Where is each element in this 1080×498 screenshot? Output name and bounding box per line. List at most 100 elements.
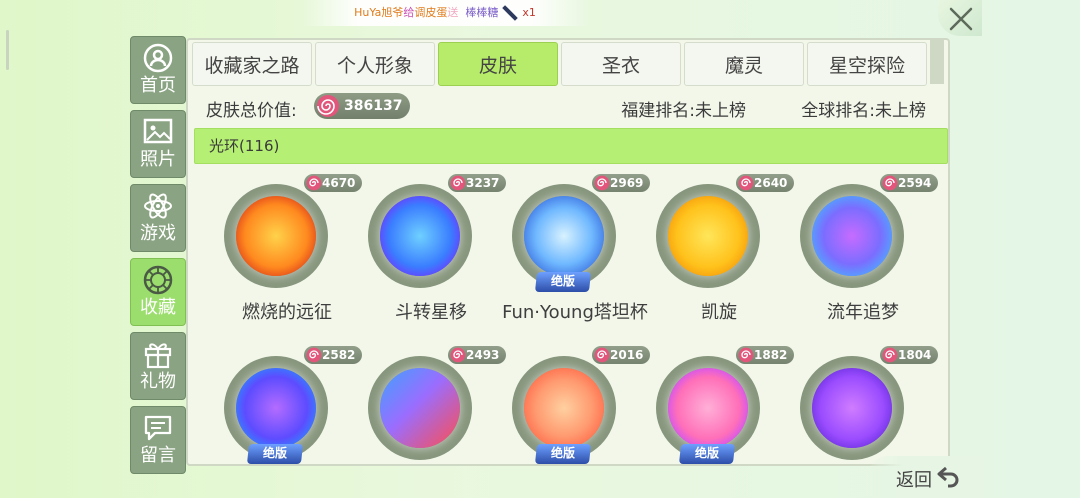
notice-send: 送 [447, 6, 459, 19]
skin-value-pill: 386137 [314, 93, 410, 119]
tab-star-explore[interactable]: 星空探险 [807, 42, 927, 86]
sidebar-item-label: 留言 [140, 445, 176, 466]
sidebar-item-label: 照片 [140, 149, 176, 170]
limited-badge: 绝版 [674, 442, 740, 464]
halo-orb [236, 196, 316, 276]
limited-badge: 绝版 [242, 442, 308, 464]
collection-panel: 收藏家之路 个人形象 皮肤 圣衣 魔灵 星空探险 皮肤总价值: 386137 福建排名:未… [186, 38, 950, 466]
price-value: 2582 [322, 348, 356, 362]
sidebar-item-collection[interactable]: 收藏 [130, 258, 186, 326]
halo-orb [380, 196, 460, 276]
price-value: 2969 [610, 176, 644, 190]
candy-icon [738, 347, 754, 363]
gift-notice-banner: HuYa旭爷给调皮蛋送 棒棒糖 x1 [300, 0, 590, 26]
sidebar-item-label: 游戏 [140, 223, 176, 244]
halo-orb [668, 196, 748, 276]
price-value: 3237 [466, 176, 500, 190]
tab-skin[interactable]: 皮肤 [438, 42, 558, 86]
halo-item[interactable]: 2016 绝版 [500, 346, 650, 464]
halo-item[interactable]: 2582 绝版 [212, 346, 362, 464]
halo-orb [380, 368, 460, 448]
sidebar-item-photos[interactable]: 照片 [130, 110, 186, 178]
halo-orb [668, 368, 748, 448]
price-badge: 2016 [592, 346, 650, 364]
halo-name: 流年追梦 [827, 302, 899, 323]
candy-icon [594, 347, 610, 363]
limited-label: 绝版 [550, 274, 575, 288]
close-button[interactable] [938, 0, 982, 36]
user-icon [143, 43, 173, 73]
candy-icon [594, 175, 610, 191]
limited-badge: 绝版 [530, 442, 596, 464]
price-value: 2594 [898, 176, 932, 190]
candy-icon [882, 347, 898, 363]
halo-item[interactable]: 1882 绝版 [644, 346, 794, 464]
price-badge: 1804 [880, 346, 938, 364]
sidebar-item-gifts[interactable]: 礼物 [130, 332, 186, 400]
gift-icon [143, 339, 173, 369]
price-badge: 2969 [592, 174, 650, 192]
halo-orb [236, 368, 316, 448]
price-badge: 3237 [448, 174, 506, 192]
price-value: 2640 [754, 176, 788, 190]
price-badge: 2582 [304, 346, 362, 364]
price-value: 4670 [322, 176, 356, 190]
sidebar-item-label: 收藏 [140, 297, 176, 318]
sidebar-item-label: 首页 [140, 75, 176, 96]
close-icon [949, 7, 973, 31]
halo-item[interactable]: 2493 [356, 346, 506, 464]
price-badge: 1882 [736, 346, 794, 364]
halo-orb [812, 368, 892, 448]
halo-orb [812, 196, 892, 276]
global-rank: 全球排名:未上榜 [801, 101, 926, 121]
limited-badge: 绝版 [530, 270, 596, 292]
halo-item[interactable]: 1804 [788, 346, 938, 464]
price-value: 1804 [898, 348, 932, 362]
notice-receiver: 调皮蛋 [414, 6, 448, 19]
notice-sender: HuYa旭爷 [354, 6, 404, 19]
price-value: 1882 [754, 348, 788, 362]
price-badge: 2594 [880, 174, 938, 192]
tab-personal-image[interactable]: 个人形象 [315, 42, 435, 86]
price-value: 2493 [466, 348, 500, 362]
limited-label: 绝版 [262, 446, 287, 460]
notice-count: x1 [522, 6, 536, 19]
notice-verb: 给 [403, 6, 415, 19]
sidebar-item-home[interactable]: 首页 [130, 36, 186, 104]
sidebar-item-games[interactable]: 游戏 [130, 184, 186, 252]
halo-item[interactable]: 2594 流年追梦 [788, 174, 938, 348]
halo-orb [524, 196, 604, 276]
candy-icon [450, 175, 466, 191]
price-badge: 2640 [736, 174, 794, 192]
lollipop-icon [502, 5, 519, 21]
skin-value-row: 皮肤总价值: 386137 福建排名:未上榜 全球排名:未上榜 [206, 92, 926, 122]
section-header-halo: 光环(116) [194, 128, 948, 164]
limited-label: 绝版 [694, 446, 719, 460]
edge-handle [6, 30, 9, 70]
price-badge: 4670 [304, 174, 362, 192]
sidebar-item-messages[interactable]: 留言 [130, 406, 186, 474]
candy-icon [317, 95, 339, 117]
halo-orb [524, 368, 604, 448]
candy-icon [738, 175, 754, 191]
message-icon [143, 413, 173, 443]
tab-demon-spirit[interactable]: 魔灵 [684, 42, 804, 86]
tab-bar: 收藏家之路 个人形象 皮肤 圣衣 魔灵 星空探险 [192, 40, 944, 86]
notice-gift: 棒棒糖 [465, 6, 499, 19]
photo-icon [143, 117, 173, 147]
price-value: 2016 [610, 348, 644, 362]
skin-value-number: 386137 [344, 98, 403, 114]
tab-collector-road[interactable]: 收藏家之路 [192, 42, 312, 86]
sidebar-nav: 首页照片游戏收藏礼物留言 [130, 36, 186, 480]
tab-holy-cloth[interactable]: 圣衣 [561, 42, 681, 86]
price-badge: 2493 [448, 346, 506, 364]
back-arrow-icon [937, 466, 959, 488]
back-button[interactable]: 返回 [868, 456, 984, 498]
province-rank: 福建排名:未上榜 [621, 101, 746, 121]
collection-icon [143, 265, 173, 295]
sidebar-item-label: 礼物 [140, 371, 176, 392]
atom-icon [143, 191, 173, 221]
candy-icon [450, 347, 466, 363]
candy-icon [306, 175, 322, 191]
limited-label: 绝版 [550, 446, 575, 460]
